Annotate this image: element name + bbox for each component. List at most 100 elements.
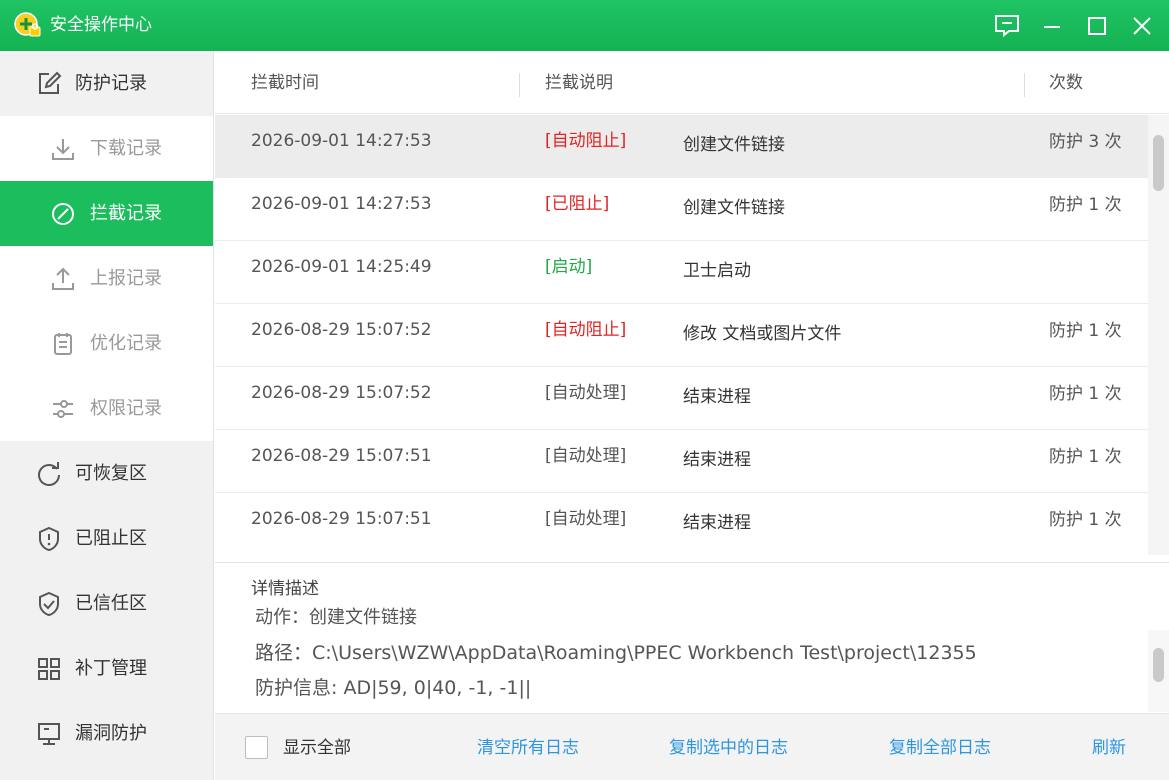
sidebar-item-label: 拦截记录	[90, 203, 162, 224]
row-tag: [自动阻止]	[545, 320, 627, 340]
row-description: 创建文件链接	[683, 135, 785, 155]
row-tag: [自动处理]	[545, 509, 627, 529]
sidebar-item-protection-log[interactable]: 防护记录	[0, 51, 214, 116]
copy-selected-logs-link[interactable]: 复制选中的日志	[669, 737, 788, 759]
column-header-description[interactable]: 拦截说明	[545, 72, 613, 94]
sidebar-item-label: 优化记录	[90, 333, 162, 354]
close-icon	[1133, 17, 1151, 35]
sidebar-item-trusted[interactable]: 已信任区	[0, 571, 214, 636]
block-icon	[50, 201, 76, 227]
window-title: 安全操作中心	[50, 15, 152, 35]
sidebar-item-intercept-log[interactable]: 拦截记录	[0, 181, 214, 246]
close-button[interactable]	[1127, 11, 1157, 41]
sliders-icon	[50, 396, 76, 422]
row-tag: [自动处理]	[545, 383, 627, 403]
row-time: 2026-09-01 14:27:53	[251, 194, 432, 214]
details-scrollbar[interactable]	[1148, 630, 1169, 712]
row-count: 防护 3 次	[1049, 132, 1122, 152]
maximize-button[interactable]	[1082, 11, 1112, 41]
sidebar-item-report-log[interactable]: 上报记录	[0, 246, 214, 311]
app-logo-icon	[14, 11, 42, 39]
feedback-button[interactable]	[992, 11, 1022, 41]
column-header-count[interactable]: 次数	[1049, 72, 1083, 94]
table-scrollbar-thumb[interactable]	[1153, 135, 1164, 191]
grid-icon	[36, 656, 62, 682]
sidebar-item-label: 补丁管理	[75, 658, 147, 679]
row-tag: [自动阻止]	[545, 131, 627, 151]
row-time: 2026-09-01 14:25:49	[251, 257, 432, 277]
minimize-icon	[1044, 26, 1060, 28]
sidebar: 防护记录 下载记录 拦截记录 上报记录 优化记录 权限记录 可恢复区 已阻止区 …	[0, 51, 214, 780]
row-description: 修改 文档或图片文件	[683, 324, 842, 344]
copy-all-logs-link[interactable]: 复制全部日志	[889, 737, 991, 759]
row-tag: [启动]	[545, 257, 593, 277]
row-time: 2026-08-29 15:07:51	[251, 509, 432, 529]
upload-icon	[50, 266, 76, 292]
details-panel: 详情描述 动作：创建文件链接 路径：C:\Users\WZW\AppData\R…	[215, 562, 1169, 712]
sidebar-item-label: 漏洞防护	[75, 723, 147, 744]
row-tag: [已阻止]	[545, 194, 610, 214]
details-info: 防护信息: AD|59, 0|40, -1, -1||	[255, 677, 532, 699]
sidebar-item-vuln-protect[interactable]: 漏洞防护	[0, 701, 214, 766]
column-header-time[interactable]: 拦截时间	[251, 72, 319, 94]
row-description: 结束进程	[683, 387, 751, 407]
table-row[interactable]: 2026-09-01 14:27:53 [已阻止] 创建文件链接 防护 1 次	[215, 178, 1148, 241]
row-count: 防护 1 次	[1049, 195, 1122, 215]
show-all-label[interactable]: 显示全部	[283, 737, 351, 759]
sidebar-item-label: 权限记录	[90, 398, 162, 419]
row-time: 2026-08-29 15:07:51	[251, 446, 432, 466]
sidebar-item-optimize-log[interactable]: 优化记录	[0, 311, 214, 376]
row-time: 2026-09-01 14:27:53	[251, 131, 432, 151]
row-tag: [自动处理]	[545, 446, 627, 466]
row-description: 卫士启动	[683, 261, 751, 281]
details-scrollbar-thumb[interactable]	[1153, 648, 1164, 682]
table-header: 拦截时间 拦截说明 次数	[215, 51, 1169, 114]
footer-bar: 显示全部 清空所有日志 复制选中的日志 复制全部日志 刷新	[215, 713, 1169, 780]
feedback-icon	[995, 15, 1019, 38]
sidebar-item-permission-log[interactable]: 权限记录	[0, 376, 214, 441]
sidebar-item-blocked[interactable]: 已阻止区	[0, 506, 214, 571]
download-icon	[50, 136, 76, 162]
column-separator[interactable]	[519, 73, 520, 97]
row-description: 结束进程	[683, 450, 751, 470]
sidebar-item-patch-manage[interactable]: 补丁管理	[0, 636, 214, 701]
sidebar-item-label: 防护记录	[75, 73, 147, 94]
clear-all-logs-link[interactable]: 清空所有日志	[477, 737, 579, 759]
table-row[interactable]: 2026-08-29 15:07:51 [自动处理] 结束进程 防护 1 次	[215, 430, 1148, 493]
log-table-body: 2026-09-01 14:27:53 [自动阻止] 创建文件链接 防护 3 次…	[215, 115, 1148, 555]
sidebar-divider	[213, 51, 214, 780]
edit-icon	[36, 71, 62, 97]
table-scrollbar[interactable]	[1148, 115, 1169, 555]
refresh-link[interactable]: 刷新	[1092, 737, 1126, 759]
row-description: 结束进程	[683, 513, 751, 533]
maximize-icon	[1088, 17, 1106, 35]
row-count: 防护 1 次	[1049, 510, 1122, 530]
table-row[interactable]: 2026-08-29 15:07:52 [自动阻止] 修改 文档或图片文件 防护…	[215, 304, 1148, 367]
sidebar-item-recoverable[interactable]: 可恢复区	[0, 441, 214, 506]
details-path: 路径：C:\Users\WZW\AppData\Roaming\PPEC Wor…	[255, 642, 977, 664]
sidebar-item-label: 已阻止区	[75, 528, 147, 549]
sidebar-item-label: 已信任区	[75, 593, 147, 614]
sidebar-item-label: 可恢复区	[75, 463, 147, 484]
details-title: 详情描述	[251, 579, 319, 599]
row-description: 创建文件链接	[683, 198, 785, 218]
show-all-checkbox[interactable]	[245, 736, 268, 759]
sidebar-item-label: 上报记录	[90, 268, 162, 289]
table-row[interactable]: 2026-09-01 14:27:53 [自动阻止] 创建文件链接 防护 3 次	[215, 115, 1148, 178]
row-count: 防护 1 次	[1049, 321, 1122, 341]
sidebar-item-label: 下载记录	[90, 138, 162, 159]
row-count: 防护 1 次	[1049, 447, 1122, 467]
sidebar-item-download-log[interactable]: 下载记录	[0, 116, 214, 181]
column-separator[interactable]	[1024, 73, 1025, 97]
row-time: 2026-08-29 15:07:52	[251, 320, 432, 340]
monitor-icon	[36, 721, 62, 747]
row-count: 防护 1 次	[1049, 384, 1122, 404]
table-row[interactable]: 2026-09-01 14:25:49 [启动] 卫士启动	[215, 241, 1148, 304]
shield-alert-icon	[36, 526, 62, 552]
refresh-icon	[36, 461, 62, 487]
clipboard-icon	[50, 331, 76, 357]
title-bar: 安全操作中心	[0, 0, 1169, 51]
table-row[interactable]: 2026-08-29 15:07:52 [自动处理] 结束进程 防护 1 次	[215, 367, 1148, 430]
minimize-button[interactable]	[1037, 11, 1067, 41]
table-row[interactable]: 2026-08-29 15:07:51 [自动处理] 结束进程 防护 1 次	[215, 493, 1148, 555]
